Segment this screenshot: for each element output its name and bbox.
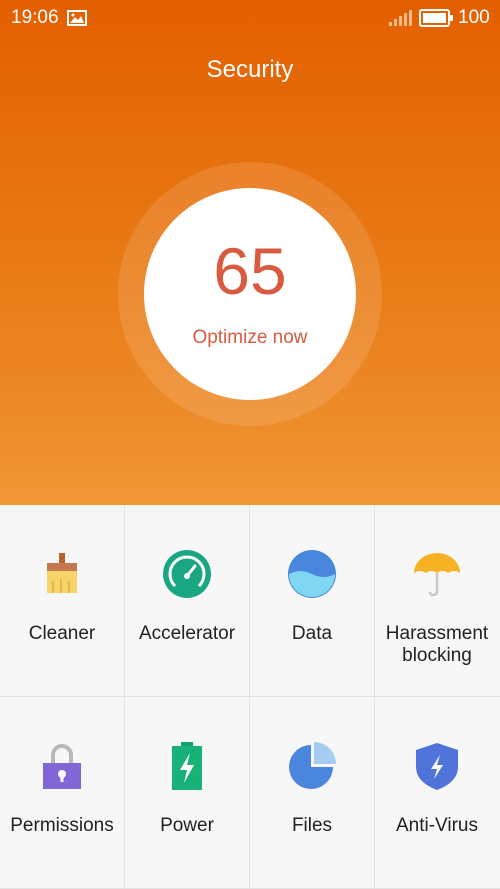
battery-icon: [419, 9, 453, 32]
optimize-now-label: Optimize now: [192, 327, 308, 348]
speedometer-icon: [162, 549, 212, 599]
status-time: 19:06: [11, 7, 59, 28]
tool-anti-virus[interactable]: Anti-Virus: [375, 697, 500, 889]
pie-chart-icon: [287, 741, 337, 791]
battery-bolt-icon: [162, 741, 212, 791]
optimize-button[interactable]: 65 Optimize now: [144, 188, 356, 400]
data-globe-icon: [287, 549, 337, 599]
shield-bolt-icon: [412, 741, 462, 791]
tools-grid: Cleaner Accelerator Data Harassment bloc…: [0, 505, 500, 889]
tool-harassment-blocking[interactable]: Harassment blocking: [375, 505, 500, 697]
battery-level: 100: [458, 7, 490, 28]
tool-label: Anti-Virus: [395, 815, 478, 836]
tool-data[interactable]: Data: [250, 505, 375, 697]
tool-label: Data: [291, 623, 333, 644]
umbrella-icon: [412, 549, 462, 599]
page-title: Security: [206, 56, 294, 83]
tool-label: Permissions: [10, 815, 114, 836]
tool-label: Harassment blocking: [385, 623, 489, 666]
signal-icon: [388, 9, 412, 32]
lock-icon: [37, 741, 87, 791]
tool-label: Cleaner: [28, 623, 96, 644]
tool-power[interactable]: Power: [125, 697, 250, 889]
tool-files[interactable]: Files: [250, 697, 375, 889]
score-ring: 65 Optimize now: [118, 162, 382, 426]
tool-permissions[interactable]: Permissions: [0, 697, 125, 889]
security-score: 65: [213, 234, 287, 308]
tool-label: Power: [160, 815, 214, 836]
tool-accelerator[interactable]: Accelerator: [125, 505, 250, 697]
image-icon: [67, 10, 87, 31]
broom-icon: [37, 549, 87, 599]
tool-label: Accelerator: [138, 623, 236, 644]
tool-label: Files: [291, 815, 333, 836]
tool-cleaner[interactable]: Cleaner: [0, 505, 125, 697]
status-bar: 19:06 100: [0, 0, 500, 36]
security-header: 19:06 100 Security 65 Optimize now: [0, 0, 500, 505]
